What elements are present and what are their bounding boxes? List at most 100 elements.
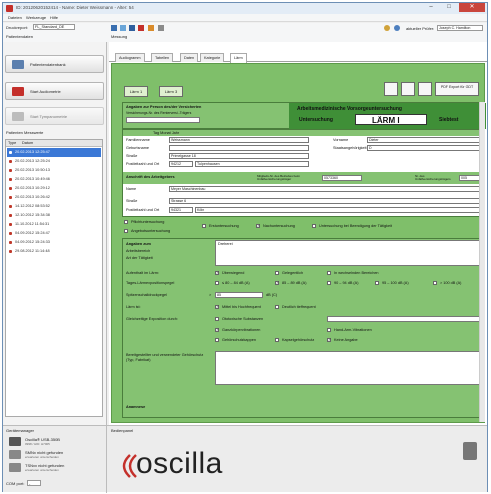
pruefer-select[interactable]: Joseph C. Hamilton — [437, 25, 483, 31]
arbeitgeber-name-input[interactable]: Meyer Maschinenbau — [169, 186, 483, 192]
laerm3-button[interactable]: Lärm 3 — [159, 86, 183, 97]
pflicht-checkbox[interactable] — [124, 220, 128, 224]
sidebar-button-label: Start Tympanometrie — [30, 114, 68, 119]
erst-checkbox[interactable] — [202, 224, 206, 228]
device-sub: erwarteten unterscheiden — [25, 468, 59, 472]
gelegentlich-checkbox[interactable] — [275, 271, 279, 275]
gehoerschutz-input[interactable] — [215, 351, 483, 385]
list-item[interactable]: 20.02.2013 10:50:13 — [7, 166, 101, 175]
ort-input[interactable]: Tulpenhausen — [195, 161, 309, 167]
staat-input[interactable]: D — [367, 145, 483, 151]
header-left-title: Angaben zur Person des/der Versicherten — [126, 105, 202, 109]
list-item[interactable]: 12.10.2012 15:34:38 — [7, 211, 101, 220]
tab-laerm[interactable]: Lärm — [230, 53, 247, 63]
substanzen-input[interactable] — [327, 316, 483, 322]
arbeitgeber-ort-input[interactable]: Köln — [195, 207, 483, 213]
laerm1-button[interactable]: Lärm 1 — [124, 86, 148, 97]
list-item[interactable]: 20.02.2013 10:29:12 — [7, 184, 101, 193]
import-icon[interactable] — [418, 82, 432, 96]
pegel-opt4-checkbox[interactable] — [375, 281, 379, 285]
gear-icon[interactable] — [384, 25, 390, 31]
familienname-input[interactable]: Weissmann — [169, 137, 309, 143]
plz-input[interactable]: 94212 — [169, 161, 193, 167]
menu-hilfe[interactable]: Hilfe — [50, 15, 58, 20]
form-scrollbar[interactable] — [479, 102, 485, 422]
patientendatenbank-button[interactable]: Patientendatenbank — [5, 55, 104, 73]
hochfrequent-checkbox[interactable]: ✓ — [215, 304, 219, 309]
start-tympanometrie-button[interactable]: Start Tympanometrie — [5, 107, 104, 125]
list-item[interactable]: 20.02.2013 12:25:47 — [7, 148, 101, 157]
print-icon[interactable] — [111, 25, 117, 31]
measurement-type-icon — [9, 177, 12, 181]
pdf-icon[interactable] — [138, 25, 144, 31]
strasse-input[interactable]: Primelgasse 18 — [169, 153, 309, 159]
ueberwiegend-checkbox[interactable]: ✓ — [215, 270, 219, 275]
anamnese-label: Anamnese — [126, 405, 146, 409]
geburtsname-input[interactable] — [169, 145, 309, 151]
settings-icon[interactable] — [148, 25, 154, 31]
beendigung-checkbox[interactable] — [312, 224, 316, 228]
spitzen-input[interactable]: 85 — [215, 292, 263, 298]
arbeitgeber-plz-input[interactable]: 94321 — [169, 207, 193, 213]
kapsel-checkbox[interactable] — [275, 338, 279, 342]
vorname-input[interactable]: Dieter — [367, 137, 483, 143]
column-type[interactable]: Type — [8, 141, 16, 145]
minimize-button[interactable]: – — [423, 3, 439, 12]
ganzkoerper-checkbox[interactable]: ✓ — [215, 327, 219, 332]
arbeitsbereich-input[interactable]: Dreherei — [215, 240, 483, 266]
mitglieds-input[interactable]: 0573360 — [322, 175, 362, 181]
pegel-opt2-checkbox[interactable]: ✓ — [275, 280, 279, 285]
list-item[interactable]: 14.12.2012 08:53:52 — [7, 202, 101, 211]
measurement-list[interactable]: Type Datum 20.02.2013 12:25:47 20.02.2013… — [5, 139, 103, 417]
chart-icon[interactable] — [120, 25, 126, 31]
pegel-opt3-checkbox[interactable] — [327, 281, 331, 285]
tools-icon[interactable] — [158, 25, 164, 31]
spitzen-unit: dB (C) — [266, 293, 277, 297]
menu-dateien[interactable]: Dateien — [8, 15, 22, 20]
com-port-select[interactable]: - — [27, 480, 41, 486]
start-audiometrie-button[interactable]: Start Audiometrie — [5, 82, 104, 100]
arbeitgeber-street-input[interactable]: Strasse 6 — [169, 198, 483, 204]
list-item[interactable]: 20.02.2013 12:25:24 — [7, 157, 101, 166]
ganzkoerper-label: Ganzkörpervibrationen — [222, 328, 261, 332]
close-button[interactable]: ✕ — [459, 3, 485, 12]
list-item[interactable]: 11.10.2012 11:54:31 — [7, 220, 101, 229]
measurement-type-icon — [9, 159, 12, 163]
list-item[interactable]: 20.02.2013 10:49:46 — [7, 175, 101, 184]
angebot-checkbox[interactable] — [124, 229, 128, 233]
pegel-opt1-checkbox[interactable] — [215, 281, 219, 285]
oscilla-logo-text: oscilla — [136, 447, 223, 480]
hearing-device-icon[interactable] — [463, 442, 477, 460]
keine-angabe-checkbox[interactable]: ✓ — [327, 337, 331, 342]
list-item-date: 20.02.2013 10:29:12 — [15, 186, 50, 190]
column-datum[interactable]: Datum — [22, 141, 33, 145]
maximize-button[interactable]: □ — [441, 3, 457, 12]
tab-audiogramm[interactable]: Audiogramm — [115, 53, 145, 62]
handarm-checkbox[interactable] — [327, 328, 331, 332]
list-item[interactable]: 20.02.2013 10:26:42 — [7, 193, 101, 202]
export-icon[interactable] — [401, 82, 415, 96]
tab-tabellen[interactable]: Tabellen — [151, 53, 174, 62]
list-item[interactable]: 04.09.2012 15:24:47 — [7, 229, 101, 238]
pdf-export-button[interactable]: PDF Export für GDT — [435, 82, 479, 96]
tab-daten[interactable]: Daten — [180, 53, 199, 62]
versicherungs-nr-input[interactable] — [126, 117, 200, 123]
wechselnd-checkbox[interactable] — [327, 271, 331, 275]
kappen-checkbox[interactable] — [215, 338, 219, 342]
ototoxisch-checkbox[interactable] — [215, 317, 219, 321]
tieffrequent-checkbox[interactable] — [275, 305, 279, 309]
user-icon[interactable] — [394, 25, 400, 31]
nach-checkbox[interactable]: ✓ — [256, 223, 260, 228]
pegel-opt5-checkbox[interactable] — [433, 281, 437, 285]
ueberwiegend-label: Überwiegend — [222, 271, 245, 275]
report-icon[interactable] — [129, 25, 135, 31]
tab-kategorie[interactable]: Kategorie — [200, 53, 225, 62]
geraetemanager-title: Gerätemanager — [6, 428, 35, 433]
print-icon[interactable] — [384, 82, 398, 96]
druckreport-select[interactable]: FL_Standard_DE — [33, 24, 75, 30]
ototoxisch-label: Ototoxische Substanzen — [222, 317, 264, 321]
pegel-label: Tages-Lärmexpositionspegel — [126, 281, 175, 285]
list-item[interactable]: 04.09.2012 15:24:33 — [7, 238, 101, 247]
list-item[interactable]: 29.08.2012 11:14:48 — [7, 247, 101, 256]
menu-werkzeuge[interactable]: Werkzeuge — [26, 15, 46, 20]
